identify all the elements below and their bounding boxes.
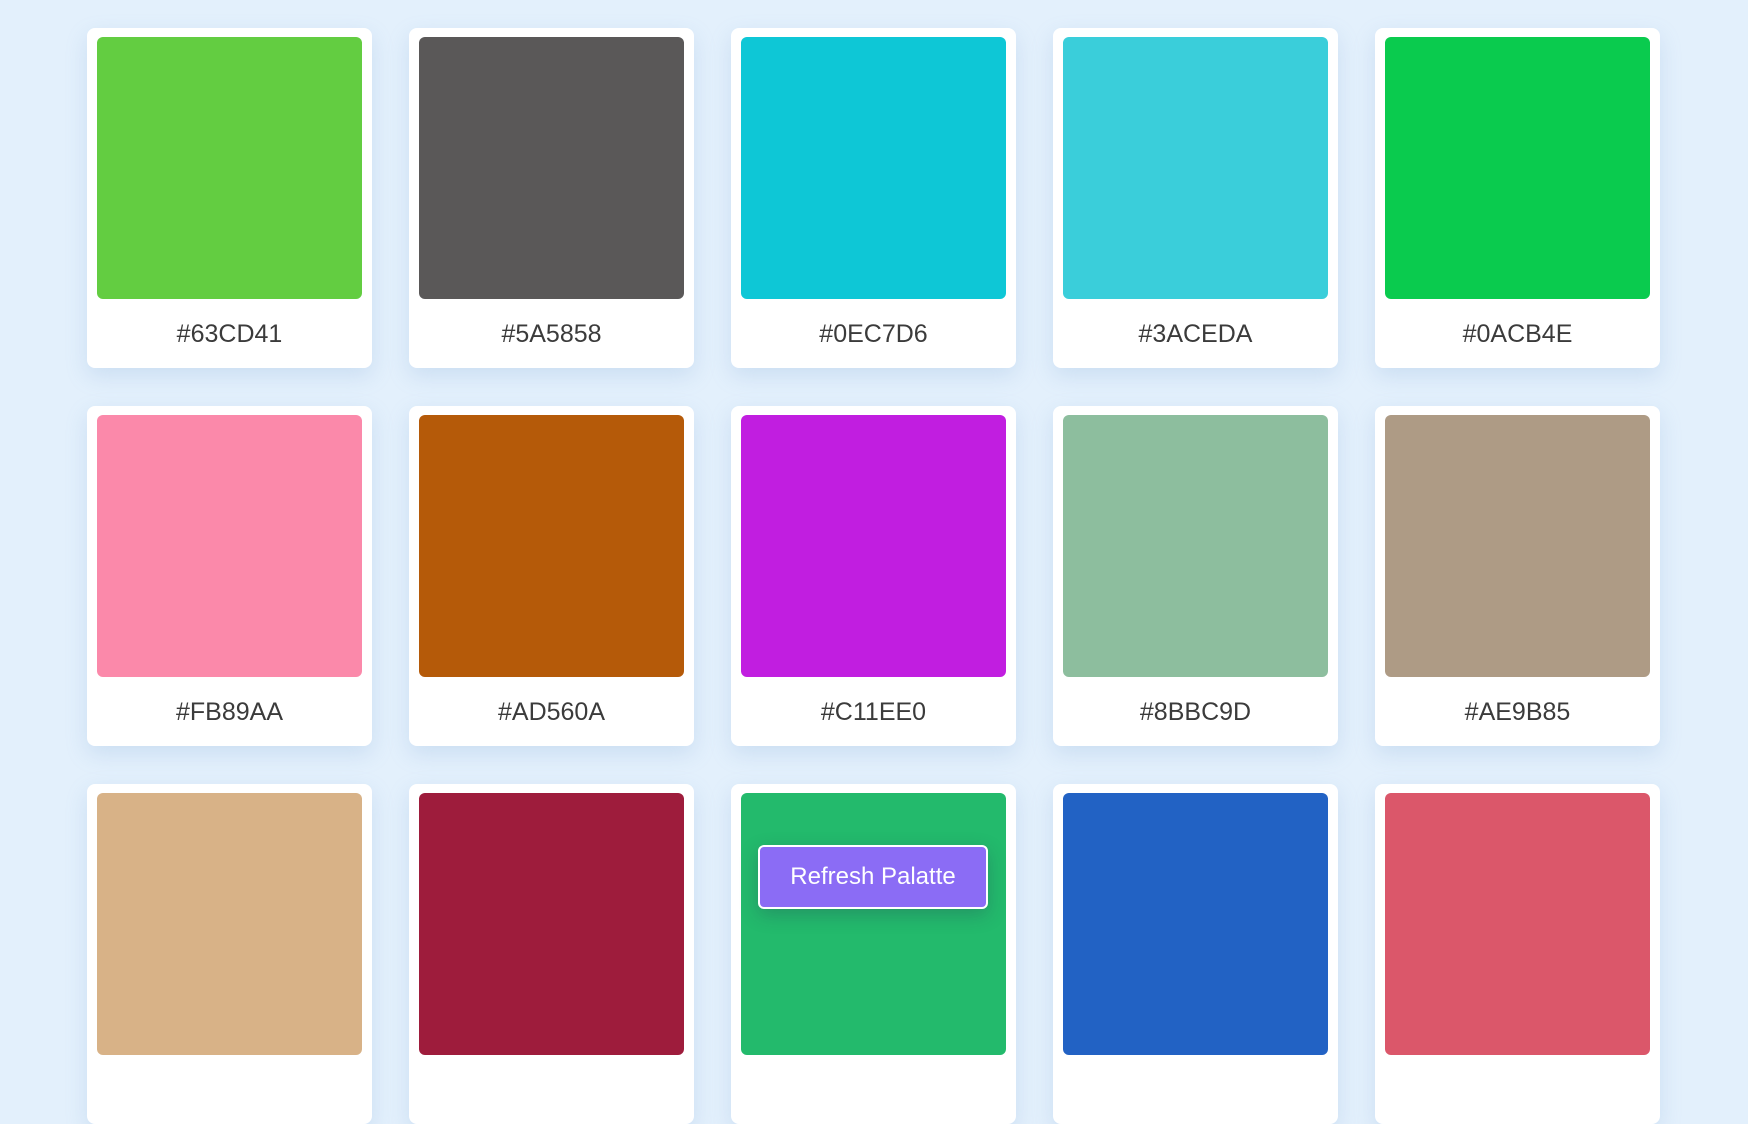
color-card[interactable] (1375, 784, 1660, 1124)
color-hex-label: #0EC7D6 (819, 320, 928, 348)
color-card[interactable] (1053, 784, 1338, 1124)
color-hex-label: #3ACEDA (1138, 320, 1253, 348)
color-swatch[interactable] (97, 415, 362, 677)
color-card[interactable]: #8BBC9D (1053, 406, 1338, 746)
color-card[interactable]: #5A5858 (409, 28, 694, 368)
color-card[interactable]: #AE9B85 (1375, 406, 1660, 746)
refresh-palette-button[interactable]: Refresh Palatte (758, 845, 988, 909)
color-card[interactable]: #63CD41 (87, 28, 372, 368)
color-card[interactable]: #0ACB4E (1375, 28, 1660, 368)
color-hex-label: #FB89AA (175, 698, 283, 726)
color-card[interactable]: #C11EE0 (731, 406, 1016, 746)
color-hex-label: #0ACB4E (1462, 320, 1573, 348)
color-swatch[interactable] (1385, 793, 1650, 1055)
color-swatch[interactable] (419, 415, 684, 677)
color-card[interactable]: #FB89AA (87, 406, 372, 746)
color-swatch[interactable] (97, 793, 362, 1055)
color-swatch[interactable] (1063, 37, 1328, 299)
color-card[interactable]: #0EC7D6 (731, 28, 1016, 368)
color-hex-label: #63CD41 (176, 320, 283, 348)
color-hex-label: #AE9B85 (1464, 698, 1571, 726)
color-card[interactable]: #3ACEDA (1053, 28, 1338, 368)
color-swatch[interactable] (97, 37, 362, 299)
color-swatch[interactable] (419, 37, 684, 299)
color-hex-label: #5A5858 (501, 320, 602, 348)
color-hex-label: #AD560A (497, 698, 606, 726)
color-card[interactable]: #AD560A (409, 406, 694, 746)
color-card[interactable] (731, 784, 1016, 1124)
color-hex-label: #C11EE0 (820, 698, 927, 726)
color-card[interactable] (87, 784, 372, 1124)
color-hex-label: #8BBC9D (1139, 698, 1252, 726)
color-swatch[interactable] (1063, 415, 1328, 677)
color-card[interactable] (409, 784, 694, 1124)
color-swatch[interactable] (1385, 415, 1650, 677)
color-swatch[interactable] (741, 415, 1006, 677)
color-swatch[interactable] (1385, 37, 1650, 299)
color-swatch[interactable] (419, 793, 684, 1055)
color-swatch[interactable] (741, 793, 1006, 1055)
color-swatch[interactable] (1063, 793, 1328, 1055)
palette-grid: #63CD41 #5A5858 #0EC7D6 #3ACEDA #0ACB4E … (87, 28, 1660, 1124)
color-swatch[interactable] (741, 37, 1006, 299)
